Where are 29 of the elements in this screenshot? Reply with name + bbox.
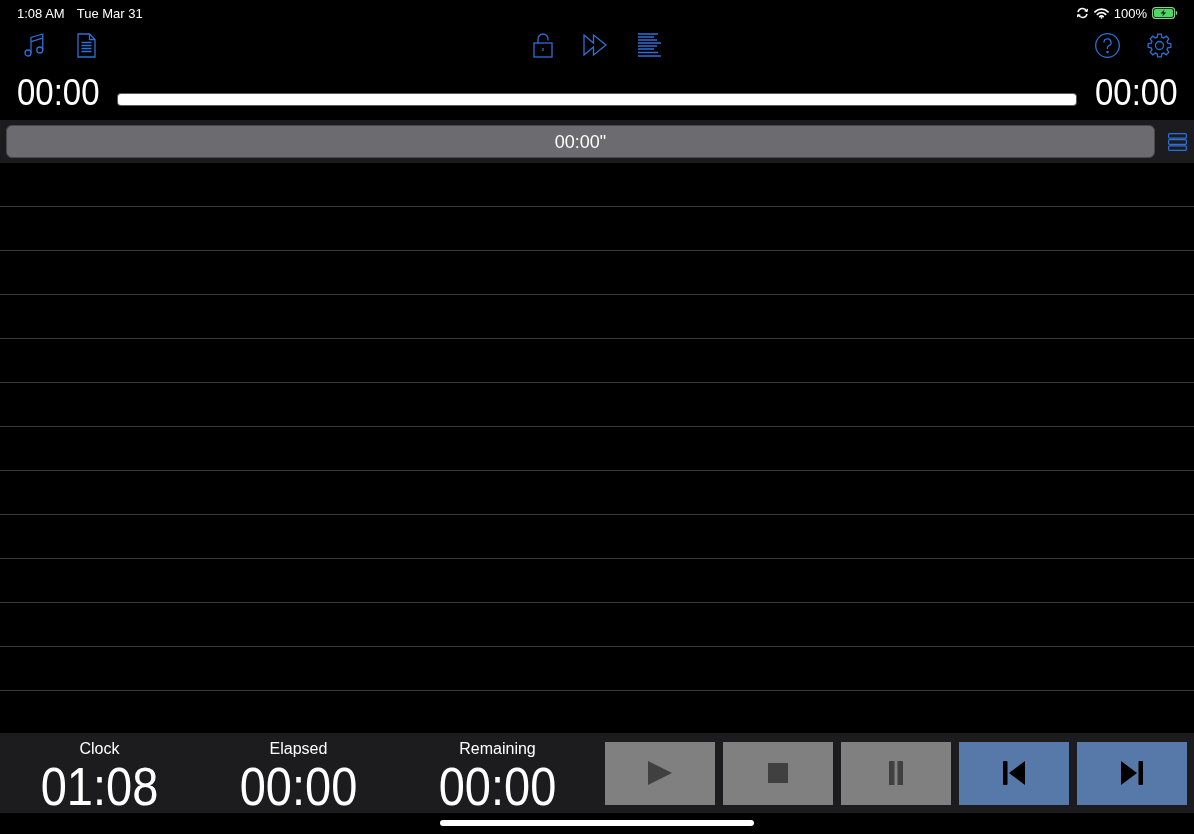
text-lines-icon[interactable]	[636, 33, 662, 57]
lock-icon[interactable]	[532, 32, 553, 58]
timer-value: 00:00	[438, 759, 557, 814]
previous-button[interactable]	[959, 741, 1069, 805]
wifi-icon	[1093, 7, 1109, 19]
timer-label: Clock	[79, 741, 120, 757]
play-icon	[648, 761, 672, 785]
remaining-time: 00:00	[1095, 74, 1177, 111]
skip-forward-icon	[1121, 761, 1143, 785]
timer-value: 01:08	[40, 759, 159, 814]
battery-percentage: 100%	[1113, 6, 1147, 20]
fast-forward-icon[interactable]	[582, 34, 607, 56]
status-time: 1:08 AM	[17, 6, 65, 20]
music-note-icon[interactable]	[24, 33, 44, 57]
settings-icon[interactable]	[1147, 32, 1172, 58]
skip-back-icon	[1003, 761, 1025, 785]
help-icon[interactable]	[1095, 32, 1120, 58]
stop-icon	[768, 763, 788, 783]
document-icon[interactable]	[77, 32, 96, 58]
timer-label: Remaining	[459, 741, 536, 757]
status-date: Tue Mar 31	[76, 6, 143, 20]
menu-icon[interactable]	[1168, 132, 1187, 151]
next-button[interactable]	[1077, 741, 1187, 805]
sync-icon	[1075, 7, 1089, 19]
timer-value: 00:00	[239, 759, 358, 814]
cue-time-bar: 00:00"	[6, 125, 1155, 158]
timer-label: Elapsed	[269, 741, 328, 757]
elapsed-time: 00:00	[17, 74, 99, 111]
pause-icon	[889, 761, 903, 785]
